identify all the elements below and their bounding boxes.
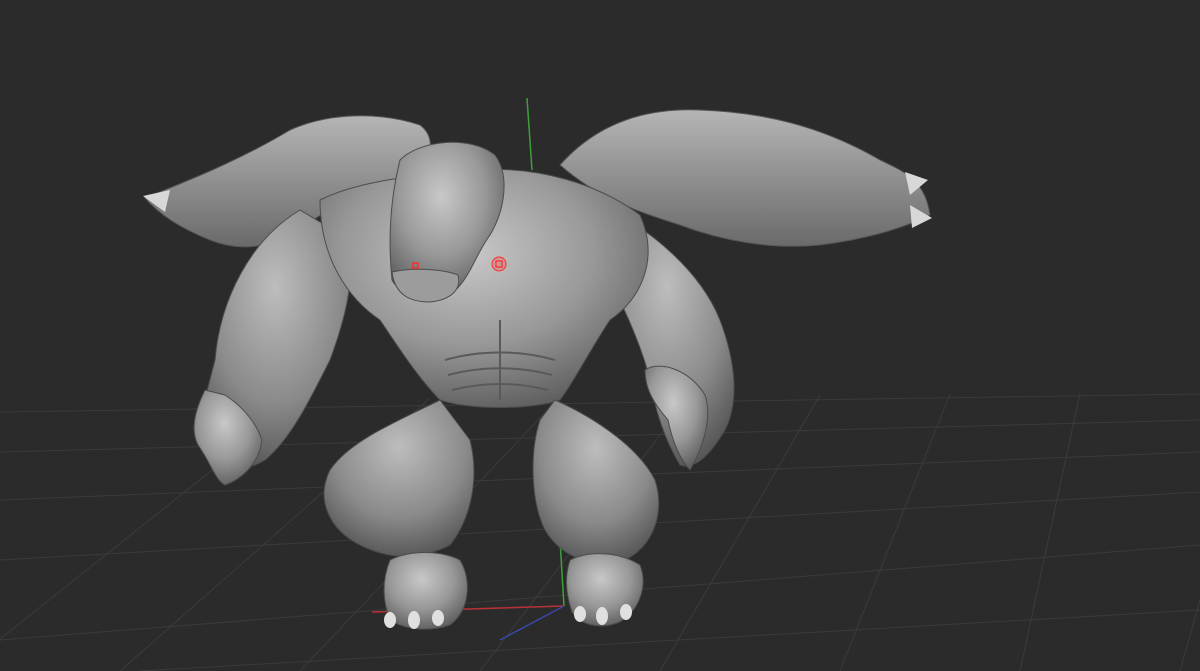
axis-z-line bbox=[499, 605, 565, 641]
selected-vertex-marker-right bbox=[491, 256, 507, 272]
left-leg bbox=[323, 399, 475, 557]
3d-viewport[interactable] bbox=[0, 0, 1200, 671]
axis-y-line bbox=[526, 97, 533, 171]
viewport-canvas[interactable] bbox=[0, 0, 1200, 671]
right-leg bbox=[532, 399, 660, 564]
creature-model[interactable] bbox=[143, 109, 932, 630]
left-foot bbox=[383, 552, 468, 630]
